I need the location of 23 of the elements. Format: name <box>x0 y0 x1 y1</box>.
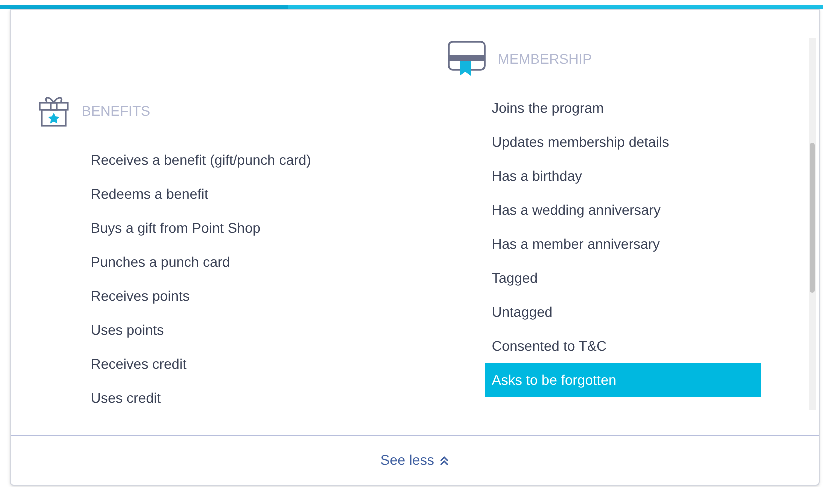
gift-icon <box>38 94 70 128</box>
event-option[interactable]: Redeems a benefit <box>84 177 360 211</box>
event-option[interactable]: Uses credit <box>84 381 360 415</box>
event-option[interactable]: Has a birthday <box>485 159 761 193</box>
event-option[interactable]: Consented to T&C <box>485 329 761 363</box>
event-option[interactable]: Tagged <box>485 261 761 295</box>
event-option[interactable]: Buys a gift from Point Shop <box>84 211 360 245</box>
event-option[interactable]: Receives a benefit (gift/punch card) <box>84 143 360 177</box>
scrollbar-thumb[interactable] <box>810 143 815 293</box>
section-heading: MEMBERSHIP <box>498 50 592 68</box>
event-option[interactable]: Updates membership details <box>485 125 761 159</box>
event-option[interactable]: Receives credit <box>84 347 360 381</box>
event-option[interactable]: Receives points <box>84 279 360 313</box>
event-option[interactable]: Punches a punch card <box>84 245 360 279</box>
see-less-link[interactable]: See less <box>380 450 450 471</box>
event-option[interactable]: Uses points <box>84 313 360 347</box>
event-option[interactable]: Has a wedding anniversary <box>485 193 761 227</box>
double-chevron-up-icon <box>440 456 450 466</box>
card-ribbon-icon <box>448 41 486 77</box>
event-option[interactable]: Has a member anniversary <box>485 227 761 261</box>
section-heading: BENEFITS <box>82 102 150 120</box>
event-option[interactable]: Joins the program <box>485 91 761 125</box>
event-option[interactable]: Untagged <box>485 295 761 329</box>
